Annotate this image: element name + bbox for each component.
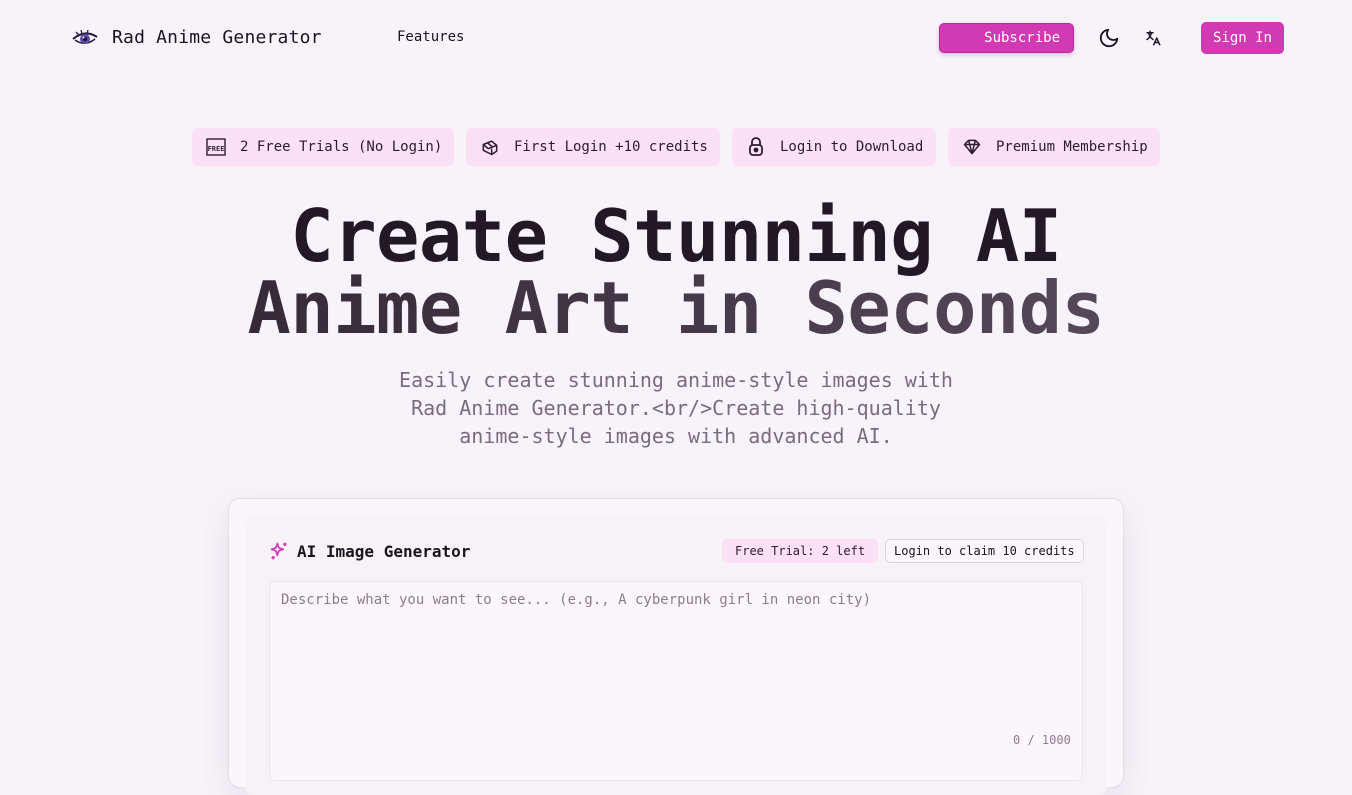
- gem-icon: [962, 137, 982, 157]
- generator-title: AI Image Generator: [297, 542, 471, 561]
- free-trial-badge: Free Trial: 2 left: [722, 539, 879, 563]
- moon-icon[interactable]: [1097, 26, 1121, 50]
- claim-credits-badge[interactable]: Login to claim 10 credits: [885, 539, 1084, 563]
- brand-name[interactable]: Rad Anime Generator: [112, 27, 322, 48]
- badge-label: First Login +10 credits: [514, 139, 708, 155]
- generator-panel: AI Image Generator Free Trial: 2 left Lo…: [245, 515, 1107, 795]
- badge-premium: Premium Membership: [948, 128, 1160, 166]
- subscribe-button[interactable]: Subscribe: [939, 23, 1074, 53]
- badge-free-trials: FREE 2 Free Trials (No Login): [192, 128, 454, 166]
- badge-label: Login to Download: [780, 139, 924, 155]
- badge-label: Premium Membership: [996, 139, 1148, 155]
- gift-icon: [480, 137, 500, 157]
- sparkles-icon: [269, 541, 289, 561]
- hero-title-line2: Anime Art in Seconds: [0, 272, 1352, 344]
- sign-in-button[interactable]: Sign In: [1201, 22, 1284, 54]
- hero-subtitle: Easily create stunning anime-style image…: [399, 368, 953, 448]
- hero-title: Create Stunning AI Anime Art in Seconds: [0, 200, 1352, 344]
- lock-icon: [746, 137, 766, 157]
- free-icon: FREE: [206, 137, 226, 157]
- generator-card: AI Image Generator Free Trial: 2 left Lo…: [228, 498, 1124, 795]
- badge-first-login: First Login +10 credits: [466, 128, 720, 166]
- badge-label: 2 Free Trials (No Login): [240, 139, 443, 155]
- translate-icon[interactable]: [1141, 26, 1165, 50]
- hero-title-line1: Create Stunning AI: [290, 194, 1062, 278]
- eye-logo-icon[interactable]: [72, 27, 98, 49]
- svg-text:FREE: FREE: [208, 145, 225, 153]
- nav-link-features[interactable]: Features: [397, 29, 464, 45]
- prompt-input[interactable]: [269, 581, 1083, 781]
- badge-login-download: Login to Download: [732, 128, 936, 166]
- top-nav: Rad Anime Generator Features Subscribe S…: [0, 0, 1352, 76]
- char-counter: 0 / 1000: [1013, 733, 1071, 747]
